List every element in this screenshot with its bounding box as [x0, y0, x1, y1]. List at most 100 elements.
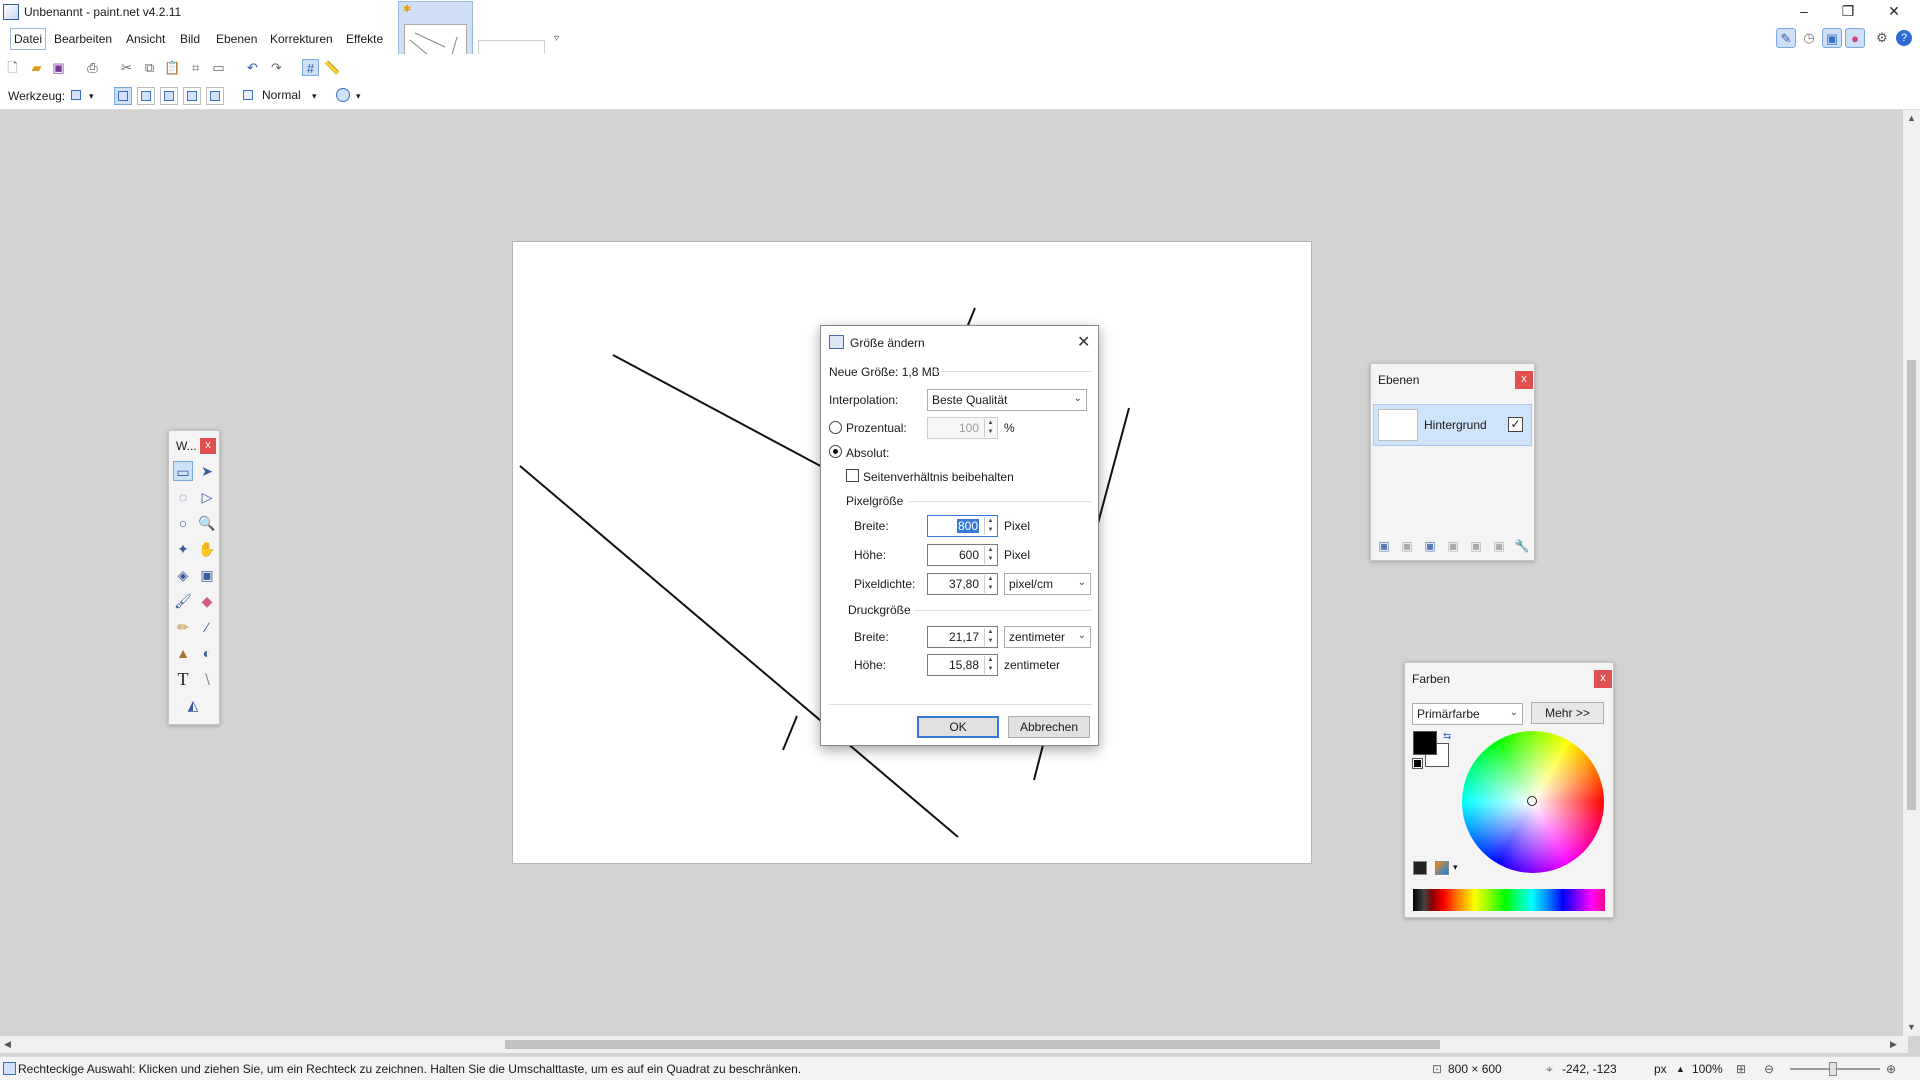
- crop-icon[interactable]: ⌗: [187, 59, 204, 76]
- duplicate-layer-icon[interactable]: ▣: [1421, 539, 1439, 555]
- swap-colors-icon[interactable]: ⇆: [1443, 731, 1451, 742]
- antialias-arrow-icon[interactable]: ▾: [356, 91, 361, 102]
- cut-icon[interactable]: ✂: [118, 59, 135, 76]
- tools-panel-close-button[interactable]: x: [200, 438, 216, 454]
- scroll-left-icon[interactable]: ◀: [4, 1039, 11, 1050]
- blend-mode-dropdown[interactable]: Normal: [262, 88, 301, 102]
- percent-radio[interactable]: [829, 421, 842, 434]
- primary-color-swatch[interactable]: [1413, 731, 1437, 755]
- zoom-out-icon[interactable]: ⊖: [1764, 1062, 1774, 1076]
- open-file-icon[interactable]: ▰: [28, 59, 45, 76]
- current-tool-selector[interactable]: [68, 87, 86, 105]
- zoom-to-window-icon[interactable]: ⊞: [1736, 1062, 1746, 1076]
- palette-dropdown-icon[interactable]: ▾: [1453, 862, 1458, 873]
- menu-korrekturen[interactable]: Korrekturen: [270, 32, 333, 46]
- width-stepper-icon[interactable]: ▲ ▼: [984, 517, 996, 535]
- zoom-tool-icon[interactable]: 🔍: [197, 513, 217, 533]
- palette-menu-icon[interactable]: [1435, 861, 1449, 875]
- move-selection-tool-icon[interactable]: ▷: [197, 487, 217, 507]
- move-layer-up-icon[interactable]: ▣: [1467, 539, 1485, 555]
- undo-icon[interactable]: ↶: [244, 59, 261, 76]
- selection-mode-replace[interactable]: [114, 87, 132, 105]
- copy-icon[interactable]: ⧉: [141, 59, 158, 76]
- paintbrush-tool-icon[interactable]: 🖌: [173, 591, 193, 611]
- absolute-radio[interactable]: [829, 445, 842, 458]
- menu-bild[interactable]: Bild: [180, 32, 200, 46]
- height-stepper-icon[interactable]: ▲ ▼: [984, 546, 996, 564]
- pencil-tool-icon[interactable]: ✏: [173, 617, 193, 637]
- text-tool-icon[interactable]: T: [173, 669, 193, 689]
- zoom-in-icon[interactable]: ⊕: [1886, 1062, 1896, 1076]
- scroll-up-icon[interactable]: ▲: [1907, 113, 1916, 123]
- layer-row[interactable]: Hintergrund ✓: [1373, 404, 1532, 446]
- unit-selector[interactable]: px: [1654, 1062, 1667, 1076]
- unit-dropdown-icon[interactable]: ▲: [1676, 1064, 1685, 1074]
- antialias-icon[interactable]: [336, 88, 350, 102]
- menu-datei[interactable]: Datei: [10, 28, 47, 50]
- deselect-icon[interactable]: ▭: [210, 59, 227, 76]
- new-file-icon[interactable]: 🗋: [4, 59, 21, 76]
- menu-ansicht[interactable]: Ansicht: [126, 32, 165, 46]
- color-picker-tool-icon[interactable]: ⁄: [197, 617, 217, 637]
- tool-dropdown-icon[interactable]: ▾: [89, 91, 94, 102]
- print-height-input[interactable]: 15,88 ▲ ▼: [927, 654, 998, 676]
- vertical-scrollbar[interactable]: ▲ ▼: [1903, 110, 1920, 1036]
- more-colors-button[interactable]: Mehr >>: [1531, 702, 1604, 724]
- recolor-tool-icon[interactable]: ◐: [197, 643, 217, 663]
- zoom-slider-thumb[interactable]: [1829, 1062, 1837, 1076]
- color-wheel[interactable]: [1462, 731, 1604, 873]
- print-icon[interactable]: ⎙: [84, 59, 101, 76]
- density-stepper-icon[interactable]: ▲ ▼: [984, 575, 996, 593]
- print-unit-dropdown[interactable]: zentimeter ⌄: [1004, 626, 1091, 648]
- horizontal-scrollbar[interactable]: ◀ ▶: [0, 1036, 1908, 1053]
- pan-tool-icon[interactable]: ✋: [197, 539, 217, 559]
- rectangle-select-tool-icon[interactable]: ▭: [173, 461, 193, 481]
- save-file-icon[interactable]: ▣: [50, 59, 67, 76]
- settings-gear-icon[interactable]: ⚙: [1872, 28, 1892, 48]
- horizontal-scroll-thumb[interactable]: [505, 1040, 1440, 1049]
- minimize-button[interactable]: –: [1782, 0, 1826, 24]
- layers-panel-close-button[interactable]: x: [1515, 371, 1533, 389]
- add-layer-icon[interactable]: ▣: [1375, 539, 1393, 555]
- move-selected-tool-icon[interactable]: ➤: [197, 461, 217, 481]
- height-input[interactable]: 600 ▲ ▼: [927, 544, 998, 566]
- print-width-stepper-icon[interactable]: ▲ ▼: [984, 628, 996, 646]
- history-toggle-icon[interactable]: ◷: [1799, 28, 1819, 48]
- scroll-right-icon[interactable]: ▶: [1890, 1039, 1897, 1050]
- add-to-palette-icon[interactable]: [1413, 861, 1427, 875]
- colors-toggle-icon[interactable]: ●: [1845, 28, 1865, 48]
- close-window-button[interactable]: ✕: [1872, 0, 1916, 24]
- layer-visibility-checkbox[interactable]: ✓: [1508, 417, 1523, 432]
- layer-properties-icon[interactable]: 🔧: [1513, 539, 1531, 555]
- color-wheel-cursor[interactable]: [1527, 796, 1537, 806]
- ellipse-select-tool-icon[interactable]: ○: [173, 513, 193, 533]
- color-palette[interactable]: [1413, 889, 1605, 911]
- density-unit-dropdown[interactable]: pixel/cm ⌄: [1004, 573, 1091, 595]
- density-input[interactable]: 37,80 ▲ ▼: [927, 573, 998, 595]
- redo-icon[interactable]: ↷: [268, 59, 285, 76]
- selection-mode-intersect[interactable]: [183, 87, 201, 105]
- magic-wand-tool-icon[interactable]: ✦: [173, 539, 193, 559]
- menu-ebenen[interactable]: Ebenen: [216, 32, 257, 46]
- ok-button[interactable]: OK: [917, 716, 999, 738]
- zoom-value[interactable]: 100%: [1692, 1062, 1723, 1076]
- percent-stepper-icon[interactable]: ▲ ▼: [984, 419, 996, 437]
- selection-mode-invert[interactable]: [206, 87, 224, 105]
- ruler-icon[interactable]: 📏: [324, 59, 341, 76]
- shapes-tool-icon[interactable]: ◭: [183, 695, 203, 715]
- menu-effekte[interactable]: Effekte: [346, 32, 383, 46]
- scroll-down-icon[interactable]: ▼: [1907, 1022, 1916, 1032]
- grid-icon[interactable]: #: [302, 59, 319, 76]
- delete-layer-icon[interactable]: ▣: [1398, 539, 1416, 555]
- eraser-tool-icon[interactable]: ◆: [197, 591, 217, 611]
- keep-ratio-checkbox[interactable]: [846, 469, 859, 482]
- menu-bearbeiten[interactable]: Bearbeiten: [54, 32, 112, 46]
- paste-icon[interactable]: 📋: [164, 59, 181, 76]
- dialog-close-icon[interactable]: ✕: [1077, 332, 1090, 352]
- percent-input[interactable]: 100 ▲ ▼: [927, 417, 998, 439]
- color-mode-dropdown[interactable]: Primärfarbe ⌄: [1412, 703, 1523, 725]
- merge-layer-down-icon[interactable]: ▣: [1444, 539, 1462, 555]
- selection-mode-union[interactable]: [137, 87, 155, 105]
- cancel-button[interactable]: Abbrechen: [1008, 716, 1090, 738]
- lasso-tool-icon[interactable]: ◌: [173, 487, 193, 507]
